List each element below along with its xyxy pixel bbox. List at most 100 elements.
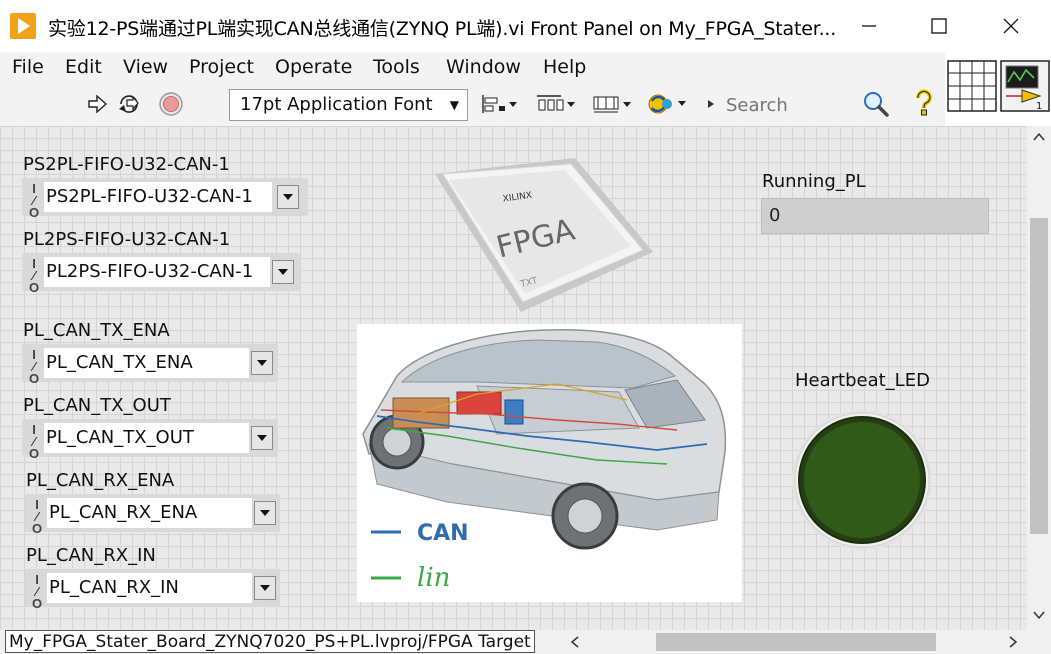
scroll-up-icon[interactable]: [1033, 132, 1045, 142]
toolbar-expand-arrow[interactable]: [706, 91, 716, 117]
run-button[interactable]: [86, 91, 108, 117]
heartbeat-led: [780, 408, 940, 558]
dropdown-arrow-icon: [260, 510, 270, 516]
car-network-image: CAN lin: [357, 324, 742, 602]
io-value-tx-ena: PL_CAN_TX_ENA: [44, 348, 249, 378]
reorder-button[interactable]: [648, 91, 694, 117]
dropdown-button[interactable]: [272, 260, 294, 284]
dropdown-button[interactable]: [254, 501, 276, 525]
close-icon: [1003, 18, 1019, 34]
control-label-pl2ps: PL2PS-FIFO-U32-CAN-1: [23, 229, 231, 250]
search-input[interactable]: [726, 94, 856, 116]
menu-project[interactable]: Project: [189, 56, 254, 78]
vertical-scroll-thumb[interactable]: [1030, 218, 1048, 534]
align-objects-button[interactable]: [479, 91, 519, 117]
small-right-arrow-icon: [708, 100, 714, 108]
control-label-rx-in: PL_CAN_RX_IN: [26, 545, 156, 566]
abort-icon: [159, 92, 183, 116]
scrollbar-corner: [1027, 630, 1051, 654]
io-name-icon: I ⁄ O: [28, 422, 40, 461]
resize-objects-button[interactable]: [591, 91, 633, 117]
scroll-down-icon[interactable]: [1033, 610, 1045, 620]
align-objects-icon: [482, 95, 517, 113]
search-box: [722, 89, 900, 121]
connector-pane-icon[interactable]: [947, 60, 997, 112]
dropdown-button[interactable]: [254, 576, 276, 600]
menu-bar: File Edit View Project Operate Tools Win…: [0, 52, 945, 82]
legend-can-label: CAN: [417, 521, 469, 546]
dropdown-button[interactable]: [251, 426, 273, 450]
distribute-objects-button[interactable]: [535, 91, 577, 117]
labview-vi-icon: [10, 13, 36, 39]
font-dropdown[interactable]: 17pt Application Font ▼: [229, 89, 468, 121]
io-name-icon: I ⁄ O: [31, 497, 43, 536]
running-pl-value: 0: [769, 205, 781, 226]
fifo-value-pl2ps: PL2PS-FIFO-U32-CAN-1: [44, 257, 270, 287]
fifo-control-ps2pl[interactable]: I ⁄ O PS2PL-FIFO-U32-CAN-1: [22, 178, 308, 220]
io-control-rx-ena[interactable]: I ⁄ O PL_CAN_RX_ENA: [25, 494, 280, 536]
toolbar: 17pt Application Font ▼: [0, 82, 945, 126]
menu-edit[interactable]: Edit: [65, 56, 102, 78]
search-button[interactable]: [862, 91, 890, 117]
front-panel: PS2PL-FIFO-U32-CAN-1 I ⁄ O PS2PL-FIFO-U32-…: [0, 126, 1027, 630]
search-icon: [864, 92, 889, 117]
maximize-button[interactable]: [904, 0, 974, 52]
io-name-icon: I ⁄ O: [31, 572, 43, 611]
dropdown-arrow-icon: [257, 360, 267, 366]
io-control-tx-ena[interactable]: I ⁄ O PL_CAN_TX_ENA: [22, 344, 278, 386]
dropdown-arrow-icon: [283, 194, 293, 200]
run-continuously-button[interactable]: [117, 91, 143, 117]
dropdown-arrow-icon: [257, 435, 267, 441]
run-continuously-icon: [119, 95, 139, 113]
minimize-button[interactable]: [834, 0, 904, 52]
help-icon: [916, 89, 932, 116]
scroll-left-icon[interactable]: [570, 636, 580, 648]
close-button[interactable]: [976, 0, 1046, 52]
io-name-icon: I ⁄ O: [28, 181, 40, 220]
font-dropdown-value: 17pt Application Font: [240, 94, 433, 115]
menu-window[interactable]: Window: [446, 56, 521, 78]
control-label-tx-ena: PL_CAN_TX_ENA: [23, 320, 170, 341]
run-arrow-icon: [88, 94, 108, 114]
distribute-objects-icon: [537, 95, 575, 111]
car-illustration: CAN lin: [362, 328, 727, 593]
io-control-rx-in[interactable]: I ⁄ O PL_CAN_RX_IN: [25, 569, 280, 611]
dropdown-button[interactable]: [277, 185, 299, 209]
fifo-control-pl2ps[interactable]: I ⁄ O PL2PS-FIFO-U32-CAN-1: [22, 253, 300, 295]
project-target-label: My_FPGA_Stater_Board_ZYNQ7020_PS+PL.lvpr…: [5, 630, 535, 653]
io-name-icon: I ⁄ O: [28, 256, 40, 295]
menu-help[interactable]: Help: [543, 56, 586, 78]
menu-view[interactable]: View: [123, 56, 168, 78]
window-title: 实验12-PS端通过PL端实现CAN总线通信(ZYNQ PL端).vi Fron…: [48, 18, 837, 40]
vi-icon-pane: 1: [945, 56, 1051, 118]
fifo-value-ps2pl: PS2PL-FIFO-U32-CAN-1: [44, 182, 272, 212]
control-label-tx-out: PL_CAN_TX_OUT: [23, 395, 171, 416]
menu-tools[interactable]: Tools: [373, 56, 420, 78]
dropdown-arrow-icon: [260, 585, 270, 591]
horizontal-scrollbar[interactable]: [564, 630, 1027, 654]
context-help-button[interactable]: [914, 89, 934, 116]
menu-file[interactable]: File: [12, 56, 44, 78]
legend-lin-label: lin: [417, 563, 450, 593]
horizontal-scroll-thumb[interactable]: [656, 633, 936, 651]
io-value-rx-in: PL_CAN_RX_IN: [47, 573, 252, 603]
abort-button[interactable]: [158, 91, 184, 117]
io-name-icon: I ⁄ O: [28, 347, 40, 386]
menu-operate[interactable]: Operate: [275, 56, 352, 78]
resize-objects-icon: [593, 96, 631, 113]
maximize-icon: [931, 18, 947, 34]
io-control-tx-out[interactable]: I ⁄ O PL_CAN_TX_OUT: [22, 419, 278, 461]
minimize-icon: [862, 25, 876, 27]
led-indicator-icon: [792, 410, 932, 550]
heartbeat-led-label: Heartbeat_LED: [795, 370, 930, 391]
fpga-chip-image: FPGA XILINX TXT: [435, 158, 653, 312]
dropdown-arrow-icon: ▼: [449, 98, 459, 112]
dropdown-button[interactable]: [251, 351, 273, 375]
vi-icon[interactable]: 1: [1000, 60, 1050, 112]
scroll-right-icon[interactable]: [1008, 636, 1018, 648]
control-label-ps2pl: PS2PL-FIFO-U32-CAN-1: [23, 154, 230, 175]
vertical-scrollbar[interactable]: [1027, 126, 1051, 630]
io-value-rx-ena: PL_CAN_RX_ENA: [47, 498, 252, 528]
dropdown-arrow-icon: [278, 269, 288, 275]
io-value-tx-out: PL_CAN_TX_OUT: [44, 423, 249, 453]
